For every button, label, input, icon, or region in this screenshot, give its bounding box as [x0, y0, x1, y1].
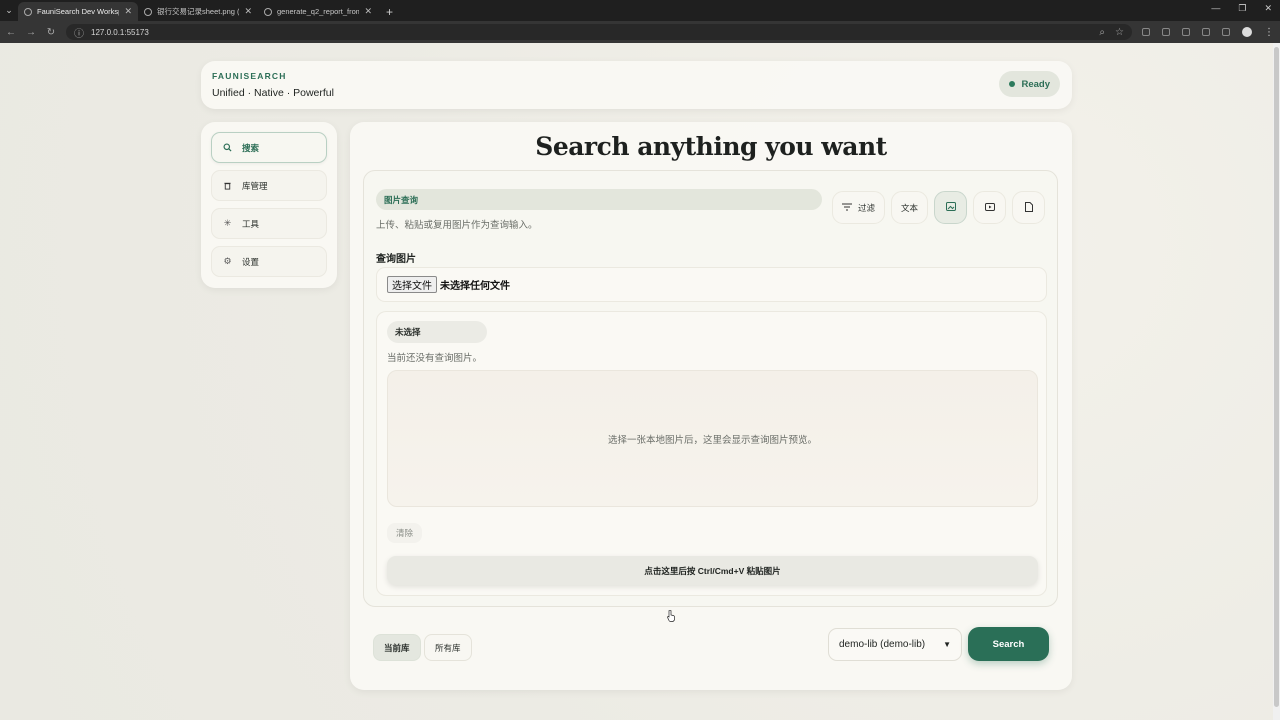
back-icon[interactable]: ←: [6, 27, 16, 38]
globe-icon: [264, 7, 272, 16]
sidebar-item-label: 设置: [242, 256, 260, 267]
sidebar: 搜索 库管理 ✳ 工具 ⚙ 设置: [201, 122, 337, 288]
puzzle-icon[interactable]: [1182, 28, 1190, 36]
close-icon[interactable]: ✕: [124, 6, 132, 17]
close-window-icon[interactable]: ✕: [1264, 3, 1272, 14]
text-mode-label: 文本: [900, 202, 918, 213]
sidebar-item-label: 库管理: [242, 180, 268, 191]
page-scrollbar[interactable]: [1273, 43, 1280, 720]
image-mode-button[interactable]: [934, 191, 967, 224]
url-text: 127.0.0.1:55173: [91, 27, 149, 37]
minimize-icon[interactable]: —: [1211, 3, 1220, 14]
file-status: 未选择任何文件: [440, 281, 510, 292]
browser-tabbar: ⌄ FauniSearch Dev Workspace ✕ 银行交易记录shee…: [0, 0, 1280, 21]
profile-avatar[interactable]: [1242, 27, 1252, 37]
status-badge: Ready: [999, 71, 1060, 97]
chevron-down-icon: ▼: [943, 640, 951, 649]
mode-label: 图片查询: [376, 189, 822, 210]
trash-icon: [223, 181, 232, 190]
sidebar-item-label: 工具: [242, 218, 260, 229]
scope-current-button[interactable]: 当前库: [373, 634, 421, 661]
document-icon: [1024, 201, 1033, 214]
query-panel: 图片查询 上传、粘贴或复用图片作为查询输入。 过滤 文本 查询图片 选择文件 未…: [363, 170, 1058, 607]
sidebar-item-search[interactable]: 搜索: [211, 132, 327, 163]
document-mode-button[interactable]: [1012, 191, 1045, 224]
extensions-area: ⋮: [1142, 27, 1274, 38]
forward-icon[interactable]: →: [26, 27, 36, 38]
browser-tab[interactable]: generate_q2_report_from_co ✕: [258, 2, 378, 21]
status-text: Ready: [1021, 78, 1050, 90]
globe-icon: [144, 7, 152, 16]
sparkle-icon: ✳: [223, 218, 232, 228]
tab-title: generate_q2_report_from_co: [277, 7, 360, 16]
filter-label: 过滤: [857, 202, 875, 213]
reload-icon[interactable]: ↻: [46, 27, 56, 38]
page-content: FAUNISEARCH Unified · Native · Powerful …: [0, 43, 1273, 720]
address-bar[interactable]: ⓘ 127.0.0.1:55173 ⌕ ☆: [66, 24, 1132, 40]
tab-title: FauniSearch Dev Workspace: [37, 7, 119, 16]
extension-icon[interactable]: [1162, 28, 1170, 36]
extension-icon[interactable]: [1142, 28, 1150, 36]
bookmark-star-icon[interactable]: ☆: [1115, 27, 1124, 38]
paste-image-button[interactable]: 点击这里后按 Ctrl/Cmd+V 粘贴图片: [387, 556, 1038, 585]
preview-placeholder: 选择一张本地图片后，这里会显示查询图片预览。: [607, 434, 817, 446]
globe-icon: [24, 7, 32, 16]
scope-all-button[interactable]: 所有库: [424, 634, 472, 661]
mode-toolbar: 过滤 文本: [831, 191, 1045, 224]
clear-button[interactable]: 清除: [387, 523, 423, 543]
browser-toolbar: ← → ↻ ⓘ 127.0.0.1:55173 ⌕ ☆ ⋮: [0, 21, 1280, 43]
choose-file-button[interactable]: 选择文件: [387, 276, 437, 293]
menu-icon[interactable]: ⋮: [1264, 27, 1274, 38]
brand-name: FAUNISEARCH: [212, 71, 287, 81]
image-icon: [945, 202, 956, 213]
mode-description: 上传、粘贴或复用图片作为查询输入。: [376, 220, 538, 231]
search-button[interactable]: Search: [968, 627, 1049, 661]
browser-tab-active[interactable]: FauniSearch Dev Workspace ✕: [18, 2, 138, 21]
selection-description: 当前还没有查询图片。: [387, 353, 483, 364]
window-controls: — ❐ ✕: [1211, 3, 1272, 14]
sidebar-item-tools[interactable]: ✳ 工具: [211, 208, 327, 239]
page-title: Search anything you want: [535, 132, 887, 161]
library-select-value: demo-lib (demo-lib): [839, 639, 926, 650]
close-icon[interactable]: ✕: [364, 6, 372, 17]
close-icon[interactable]: ✕: [244, 6, 252, 17]
image-preview-area[interactable]: 选择一张本地图片后，这里会显示查询图片预览。: [387, 370, 1038, 507]
search-bar: 当前库 所有库 demo-lib (demo-lib) ▼ Search: [363, 620, 1058, 676]
library-select[interactable]: demo-lib (demo-lib) ▼: [828, 628, 962, 661]
filter-icon: [841, 203, 852, 213]
gear-icon: ⚙: [223, 256, 232, 266]
preview-section: 未选择 当前还没有查询图片。 选择一张本地图片后，这里会显示查询图片预览。 清除…: [376, 311, 1047, 596]
filter-button[interactable]: 过滤: [831, 191, 885, 224]
scrollbar-thumb[interactable]: [1274, 47, 1279, 707]
text-mode-button[interactable]: 文本: [890, 191, 928, 224]
selection-badge: 未选择: [387, 321, 487, 343]
sidebar-item-library[interactable]: 库管理: [211, 170, 327, 201]
media-icon[interactable]: [1222, 28, 1230, 36]
sidepanel-icon[interactable]: [1202, 28, 1210, 36]
tab-list-icon[interactable]: ⌄: [0, 0, 18, 21]
search-icon: [223, 143, 232, 152]
query-image-label: 查询图片: [376, 254, 416, 265]
app-header: FAUNISEARCH Unified · Native · Powerful …: [201, 61, 1072, 109]
sidebar-item-label: 搜索: [242, 142, 260, 153]
file-input-row: 选择文件 未选择任何文件: [376, 267, 1047, 302]
video-mode-button[interactable]: [973, 191, 1006, 224]
video-icon: [984, 202, 995, 213]
mouse-cursor-icon: [667, 610, 675, 622]
tagline: Unified · Native · Powerful: [212, 87, 334, 99]
tab-title: 银行交易记录sheet.png (1760: [157, 7, 240, 16]
site-info-icon[interactable]: ⓘ: [74, 25, 84, 40]
restore-icon[interactable]: ❐: [1238, 3, 1246, 14]
new-tab-icon[interactable]: +: [378, 2, 401, 21]
sidebar-item-settings[interactable]: ⚙ 设置: [211, 246, 327, 277]
browser-tab[interactable]: 银行交易记录sheet.png (1760 ✕: [138, 2, 258, 21]
zoom-icon[interactable]: ⌕: [1099, 27, 1105, 38]
main-panel: Search anything you want 图片查询 上传、粘贴或复用图片…: [350, 122, 1072, 690]
status-dot-icon: [1009, 81, 1016, 87]
